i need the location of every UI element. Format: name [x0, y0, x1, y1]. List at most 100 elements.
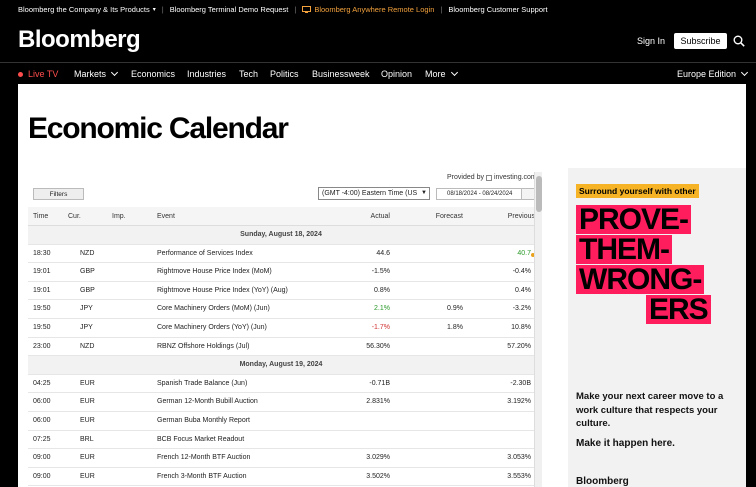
nav-live-tv[interactable]: Live TV: [18, 69, 58, 79]
column-header-actual[interactable]: Actual: [348, 213, 390, 220]
event-time: 23:00: [33, 342, 51, 350]
table-row[interactable]: 19:50 JPY Core Machinery Orders (YoY) (Jun…: [28, 319, 534, 338]
terminal-demo-link[interactable]: Bloomberg Terminal Demo Request: [170, 5, 289, 14]
bloomberg-logo[interactable]: Bloomberg: [18, 26, 141, 54]
chevron-down-icon: ▼: [421, 190, 427, 196]
column-header-previous[interactable]: Previous: [493, 213, 535, 220]
nav-more-label: More: [425, 69, 446, 79]
anywhere-login-link[interactable]: Bloomberg Anywhere Remote Login: [302, 5, 434, 14]
company-products-link[interactable]: Bloomberg the Company & Its Products ▾: [18, 5, 156, 14]
divider: |: [440, 4, 443, 14]
event-previous: 3.553%: [507, 472, 531, 480]
provider-credit: Provided by investing.com: [447, 174, 537, 181]
event-name: German Buba Monthly Report: [157, 416, 250, 424]
provider-link[interactable]: investing.com: [494, 174, 537, 181]
subscribe-button[interactable]: Subscribe: [674, 33, 727, 49]
nav-opinion[interactable]: Opinion: [381, 69, 412, 79]
day-header-row[interactable]: Sunday, August 18, 2024: [28, 226, 534, 245]
table-row[interactable]: 23:00 NZD RBNZ Offshore Holdings (Jul) 56.3…: [28, 338, 534, 357]
table-row[interactable]: 06:00 EUR German Buba Monthly Report: [28, 412, 534, 431]
event-name: BCB Focus Market Readout: [157, 435, 245, 443]
table-header: Time Cur. Imp. Event Actual Forecast Pre…: [28, 207, 535, 226]
customer-support-link[interactable]: Bloomberg Customer Support: [448, 5, 547, 14]
date-range-value: 08/18/2024 - 08/24/2024: [447, 191, 513, 197]
nav-businessweek[interactable]: Businessweek: [312, 69, 370, 79]
day-label: Monday, August 19, 2024: [239, 361, 323, 369]
event-currency: EUR: [80, 416, 95, 424]
nav-more[interactable]: More: [425, 68, 458, 79]
table-row[interactable]: 19:01 GBP Rightmove House Price Index (MoM…: [28, 263, 534, 282]
column-header-forecast[interactable]: Forecast: [421, 213, 463, 220]
site-header: Bloomberg Sign In Subscribe: [0, 18, 756, 62]
nav-economics[interactable]: Economics: [131, 69, 175, 79]
scrollbar-thumb[interactable]: [536, 176, 542, 212]
table-row[interactable]: 18:30 NZD Performance of Services Index 44.…: [28, 245, 535, 264]
table-row[interactable]: 19:01 GBP Rightmove House Price Index (YoY…: [28, 282, 534, 301]
event-currency: EUR: [80, 454, 95, 462]
table-row[interactable]: 09:00 EUR French 3-Month BTF Auction 3.502%…: [28, 468, 534, 487]
search-icon[interactable]: [733, 35, 745, 47]
day-header-row[interactable]: Monday, August 19, 2024: [28, 356, 534, 375]
event-name: Performance of Services Index: [157, 249, 253, 257]
event-previous: -3.2%: [512, 305, 531, 313]
live-dot-icon: [18, 71, 23, 77]
event-name: French 12-Month BTF Auction: [157, 454, 251, 462]
ad-poster-line: ERS: [646, 295, 711, 325]
column-header-time[interactable]: Time: [33, 213, 48, 220]
chevron-down-icon: [110, 68, 119, 77]
table-row[interactable]: 07:25 BRL BCB Focus Market Readout: [28, 431, 534, 450]
date-range-picker[interactable]: 08/18/2024 - 08/24/2024: [436, 188, 536, 200]
event-time: 19:01: [33, 268, 51, 276]
edition-selector[interactable]: Europe Edition: [677, 68, 749, 79]
timezone-value: (GMT -4:00) Eastern Time (US: [322, 190, 418, 197]
nav-markets[interactable]: Markets: [74, 68, 119, 79]
page-title: Economic Calendar: [28, 112, 289, 145]
ad-cta[interactable]: Make it happen here.: [576, 438, 675, 449]
table-row[interactable]: 04:25 EUR Spanish Trade Balance (Jun) -0.71…: [28, 375, 534, 394]
nav-politics[interactable]: Politics: [270, 69, 299, 79]
event-currency: EUR: [80, 379, 95, 387]
nav-industries[interactable]: Industries: [187, 69, 226, 79]
advertisement[interactable]: Surround yourself with other PROVE- THEM…: [568, 168, 746, 487]
event-actual: 56.30%: [366, 342, 390, 350]
event-currency: GBP: [80, 286, 95, 294]
event-time: 04:25: [33, 379, 51, 387]
provided-by-label: Provided by: [447, 174, 484, 181]
filters-button[interactable]: Filters: [33, 188, 84, 200]
event-forecast: 0.9%: [447, 305, 463, 313]
event-actual: 2.1%: [374, 305, 390, 313]
event-previous: -2.30B: [510, 379, 531, 387]
company-products-label: Bloomberg the Company & Its Products: [18, 4, 150, 14]
ad-poster-line: THEM-: [576, 235, 672, 265]
timezone-select[interactable]: (GMT -4:00) Eastern Time (US ▼: [318, 187, 430, 200]
table-row[interactable]: 19:50 JPY Core Machinery Orders (MoM) (Jun…: [28, 300, 534, 319]
nav-markets-label: Markets: [74, 69, 107, 79]
event-time: 07:25: [33, 435, 51, 443]
nav-tech[interactable]: Tech: [239, 69, 258, 79]
event-actual: 44.6: [376, 249, 390, 257]
table-row[interactable]: 06:00 EUR German 12-Month Bubill Auction 2.…: [28, 393, 534, 412]
calendar-icon[interactable]: [521, 189, 535, 199]
chevron-down-icon: ▾: [152, 6, 156, 13]
event-name: RBNZ Offshore Holdings (Jul): [157, 342, 250, 350]
event-previous: 3.192%: [507, 398, 531, 406]
event-actual: 0.8%: [374, 286, 390, 294]
event-name: German 12-Month Bubill Auction: [157, 398, 258, 406]
table-row[interactable]: 09:00 EUR French 12-Month BTF Auction 3.029…: [28, 449, 534, 468]
sign-in-link[interactable]: Sign In: [637, 36, 665, 46]
event-actual: -0.71B: [369, 379, 390, 387]
column-header-event[interactable]: Event: [157, 213, 175, 220]
event-currency: NZD: [80, 249, 95, 257]
event-actual: -1.7%: [371, 323, 390, 331]
broken-image-icon: [485, 174, 492, 181]
ad-copy: Make your next career move to a work cul…: [576, 391, 724, 429]
main-nav: Live TV Markets Economics Industries Tec…: [0, 62, 756, 84]
event-time: 06:00: [33, 416, 51, 424]
table-scrollbar[interactable]: [534, 172, 542, 487]
ad-brand: Bloomberg: [576, 476, 629, 487]
column-header-currency[interactable]: Cur.: [68, 213, 81, 220]
divider: |: [294, 4, 297, 14]
event-time: 09:00: [33, 472, 51, 480]
event-previous: 3.053%: [507, 454, 531, 462]
column-header-importance[interactable]: Imp.: [112, 213, 126, 220]
